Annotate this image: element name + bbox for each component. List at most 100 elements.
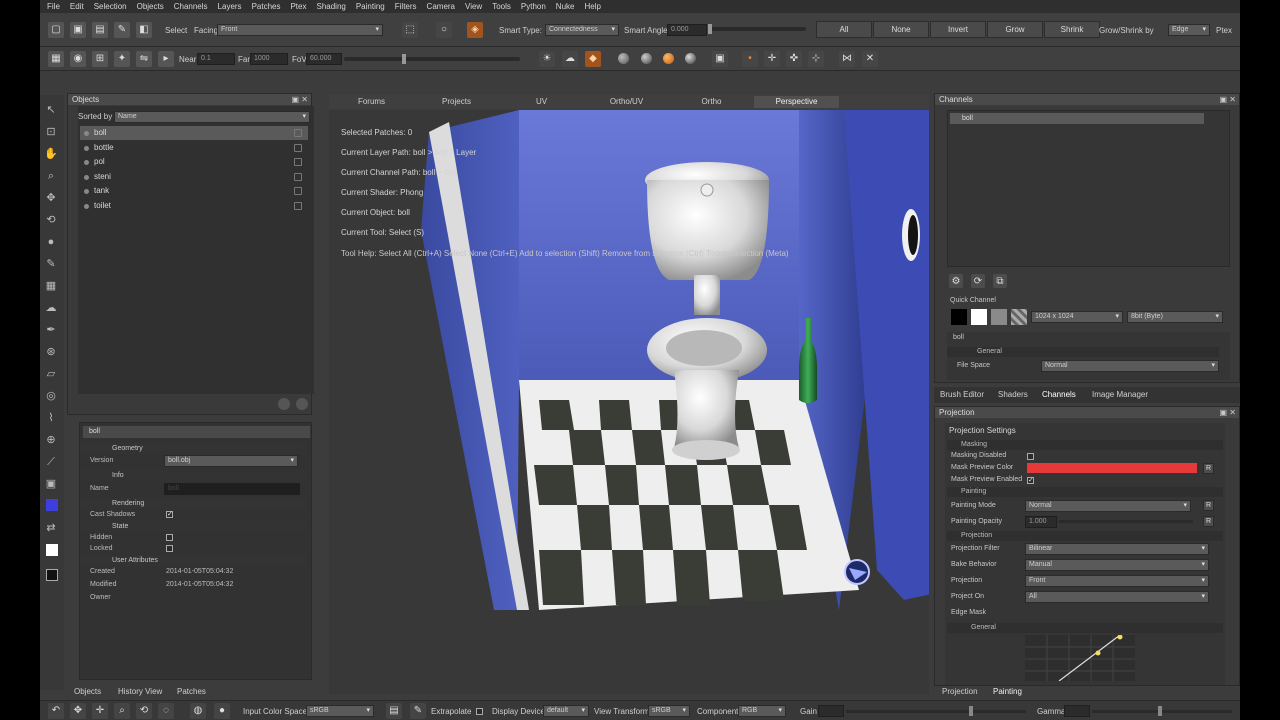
hidden-checkbox[interactable]: [166, 534, 173, 541]
view-transform-dropdown[interactable]: sRGB: [648, 705, 690, 717]
menu-file[interactable]: File: [42, 0, 65, 13]
brush-icon[interactable]: ✎: [114, 22, 130, 38]
object-visibility-icon[interactable]: [84, 145, 89, 151]
gain-slider[interactable]: [846, 710, 1026, 713]
lock-icon[interactable]: [294, 129, 302, 137]
reset-painting-mode-button[interactable]: R: [1203, 500, 1214, 511]
close-icon[interactable]: ▣ ✕: [1220, 407, 1236, 418]
mirror-icon[interactable]: ⇋: [136, 51, 152, 67]
object-item-bottle[interactable]: bottle: [80, 141, 308, 155]
fov-slider-handle[interactable]: [402, 54, 406, 64]
full-sphere-icon[interactable]: [685, 53, 696, 64]
smart-type-dropdown[interactable]: Connectedness: [545, 24, 619, 36]
menu-edit[interactable]: Edit: [65, 0, 89, 13]
fov-slider[interactable]: [344, 57, 520, 61]
frame-icon[interactable]: ⊞: [92, 51, 108, 67]
lights-icon[interactable]: ✦: [114, 51, 130, 67]
tab-uv[interactable]: UV: [499, 96, 584, 108]
reset-painting-opacity-button[interactable]: R: [1203, 516, 1214, 527]
object-visibility-icon[interactable]: [84, 131, 89, 136]
object-visibility-icon[interactable]: [84, 160, 89, 165]
lit-sphere-icon[interactable]: [663, 53, 674, 64]
lock-icon[interactable]: [294, 201, 302, 210]
add-channel-icon[interactable]: ⚙: [949, 274, 963, 288]
target-tool-icon[interactable]: ⊕: [44, 433, 58, 447]
snap-icon[interactable]: ✜: [786, 51, 802, 67]
new-icon[interactable]: ▢: [48, 22, 64, 38]
menu-patches[interactable]: Patches: [247, 0, 286, 13]
object-visibility-icon[interactable]: [84, 203, 89, 209]
menu-filters[interactable]: Filters: [390, 0, 422, 13]
object-visibility-icon[interactable]: [84, 189, 89, 194]
undo-icon[interactable]: ↶: [48, 703, 64, 719]
object-visibility-icon[interactable]: [84, 174, 89, 180]
knife-tool-icon[interactable]: ⟋: [44, 455, 58, 469]
sorted-by-dropdown[interactable]: Name: [114, 111, 310, 123]
wireframe-icon[interactable]: ✕: [862, 51, 878, 67]
hand-tool-icon[interactable]: ✋: [44, 147, 58, 161]
duplicate-channel-icon[interactable]: ⧉: [993, 274, 1007, 288]
zoom-view-icon[interactable]: ⌕: [114, 703, 130, 719]
resolution-dropdown[interactable]: 1024 x 1024: [1031, 311, 1123, 323]
move-view-icon[interactable]: ✥: [70, 703, 86, 719]
painting-opacity-slider[interactable]: [1059, 520, 1193, 523]
grid-icon[interactable]: ▦: [48, 51, 64, 67]
tab-objects[interactable]: Objects: [74, 687, 101, 696]
edge-mask-curve[interactable]: [1025, 635, 1135, 681]
grid-tool-icon[interactable]: ▦: [44, 279, 58, 293]
options-icon[interactable]: [296, 398, 308, 410]
near-input[interactable]: 0.1: [197, 53, 235, 65]
masking-disabled-checkbox[interactable]: [1027, 453, 1034, 460]
tab-shaders[interactable]: Shaders: [998, 390, 1028, 399]
flat-sphere-icon[interactable]: [618, 53, 629, 64]
viewport[interactable]: Selected Patches: 0 Current Layer Path: b…: [329, 110, 929, 694]
info-section-header[interactable]: Info: [80, 470, 306, 481]
checker-swatch[interactable]: [1011, 309, 1027, 325]
file-icon[interactable]: ▤: [386, 703, 402, 719]
rotate-tool-icon[interactable]: ⟲: [44, 213, 58, 227]
painting-opacity-input[interactable]: 1.000: [1025, 516, 1057, 528]
marquee-select-icon[interactable]: ⬚: [402, 22, 418, 38]
bake-behavior-dropdown[interactable]: Manual: [1025, 559, 1209, 571]
menu-channels[interactable]: Channels: [169, 0, 213, 13]
color-wheel-icon[interactable]: ◍: [190, 703, 206, 719]
input-color-space-dropdown[interactable]: sRGB: [306, 705, 374, 717]
brush-tool-icon[interactable]: ✎: [44, 257, 58, 271]
camera-icon[interactable]: ◉: [70, 51, 86, 67]
eraser-tool-icon[interactable]: ▱: [44, 367, 58, 381]
light-mode-icon[interactable]: ☀: [539, 51, 555, 67]
general-section-header[interactable]: General: [947, 347, 1219, 357]
black-swatch[interactable]: [951, 309, 967, 325]
reset-mask-color-button[interactable]: R: [1203, 463, 1214, 474]
geometry-section-header[interactable]: Geometry: [80, 443, 306, 454]
symmetry-icon[interactable]: ⋈: [839, 51, 855, 67]
tab-ortho-uv[interactable]: Ortho/UV: [584, 96, 669, 108]
depth-dropdown[interactable]: 8bit (Byte): [1127, 311, 1223, 323]
orbit-view-icon[interactable]: ◌: [158, 703, 174, 719]
settings-icon[interactable]: [278, 398, 290, 410]
menu-camera[interactable]: Camera: [422, 0, 460, 13]
object-item-boll[interactable]: boll: [80, 126, 308, 140]
gain-input[interactable]: [818, 705, 844, 717]
menu-layers[interactable]: Layers: [213, 0, 247, 13]
smart-angle-input[interactable]: 0.000: [667, 24, 707, 36]
lock-icon[interactable]: [294, 172, 302, 181]
transform-tool-icon[interactable]: ⊡: [44, 125, 58, 139]
facing-dropdown[interactable]: Front: [217, 24, 383, 36]
isolate-icon[interactable]: ▣: [712, 51, 728, 67]
background-color-swatch[interactable]: [46, 544, 58, 556]
smart-angle-slider-handle[interactable]: [708, 24, 712, 34]
open-icon[interactable]: ▣: [70, 22, 86, 38]
channel-item[interactable]: boll: [950, 113, 1204, 124]
state-section-header[interactable]: State: [80, 521, 306, 532]
swap-color-icon[interactable]: ⇄: [44, 521, 58, 535]
tab-perspective[interactable]: Perspective: [754, 96, 839, 108]
menu-nuke[interactable]: Nuke: [551, 0, 580, 13]
select-none-button[interactable]: None: [873, 21, 929, 38]
display-device-dropdown[interactable]: default: [543, 705, 589, 717]
shadow-mode-icon[interactable]: ☁: [562, 51, 578, 67]
select-tool-icon[interactable]: ↖: [44, 103, 58, 117]
menu-objects[interactable]: Objects: [132, 0, 169, 13]
tab-channels[interactable]: Channels: [1042, 390, 1076, 399]
lasso-select-icon[interactable]: ○: [436, 22, 452, 38]
